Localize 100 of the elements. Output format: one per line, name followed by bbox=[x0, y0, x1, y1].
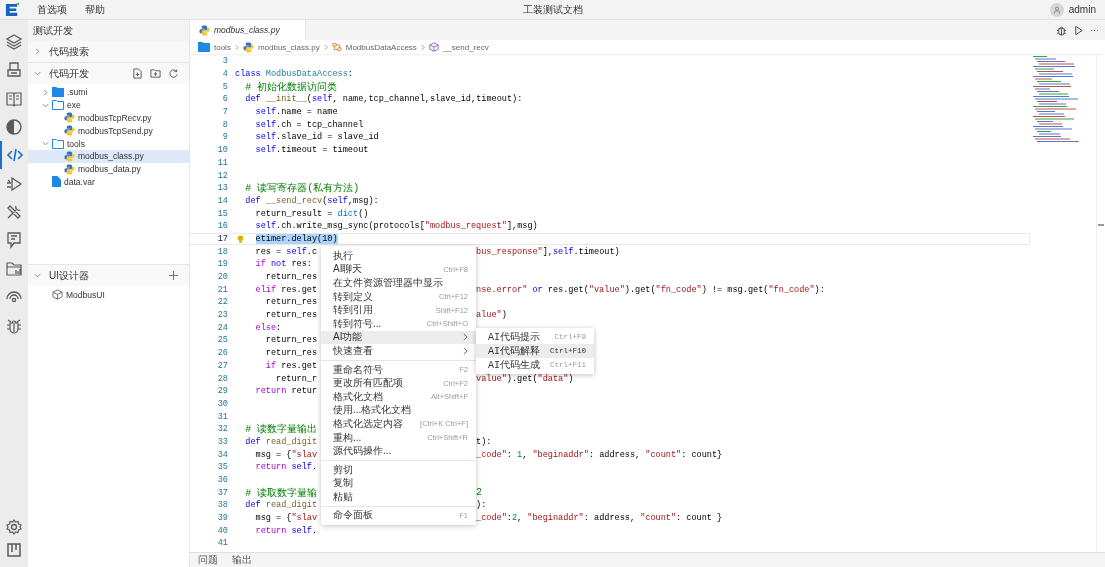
section-header[interactable]: 代码开发 bbox=[28, 63, 189, 84]
editor-tab[interactable]: modbus_class.py bbox=[190, 20, 306, 40]
more-button[interactable]: ··· bbox=[1090, 25, 1099, 35]
tree-item[interactable]: .sumi bbox=[28, 86, 189, 99]
tree-item[interactable]: exe bbox=[28, 98, 189, 112]
code-text: return_res bbox=[265, 272, 318, 283]
book-icon[interactable] bbox=[5, 89, 23, 108]
breadcrumb-item[interactable]: tools bbox=[214, 42, 231, 52]
chevron-icon[interactable] bbox=[34, 48, 41, 55]
code-text: self.ch = tcp_channel bbox=[255, 119, 364, 130]
breadcrumb-item[interactable]: ModbusDataAccess bbox=[345, 42, 417, 52]
layers-icon[interactable] bbox=[5, 33, 23, 52]
code-text: def __send_recv(self,msg): bbox=[245, 195, 379, 206]
folder-chart-icon[interactable] bbox=[5, 259, 23, 278]
folder-icon bbox=[198, 42, 210, 52]
breadcrumb-item[interactable]: modbus_class.py bbox=[257, 42, 320, 52]
line-number: 6 bbox=[221, 94, 229, 105]
line-number: 11 bbox=[216, 157, 229, 168]
line-number: 12 bbox=[216, 170, 229, 181]
code-text: def read_digit bbox=[245, 436, 318, 447]
code-text: class ModbusDataAccess: bbox=[235, 69, 353, 80]
line-number: 18 bbox=[216, 246, 229, 257]
section-header[interactable]: 代码搜索 bbox=[28, 41, 189, 62]
line-number: 26 bbox=[216, 348, 229, 359]
new-file-icon[interactable] bbox=[132, 68, 143, 79]
menu-item[interactable]: 帮助 bbox=[76, 2, 114, 17]
tree-item[interactable]: data.var bbox=[28, 175, 189, 189]
bug-icon[interactable] bbox=[1056, 24, 1067, 36]
menu-item[interactable]: 源代码操作... bbox=[321, 444, 476, 458]
python-icon bbox=[199, 24, 210, 36]
menu-item[interactable]: 执行 bbox=[321, 249, 476, 263]
menu-item[interactable]: 在文件资源管理器中显示 bbox=[321, 276, 476, 290]
code-text: if res.get bbox=[265, 360, 318, 371]
tree-item[interactable]: modbusTcpRecv.py bbox=[28, 111, 189, 125]
menu-item[interactable]: 复制 bbox=[321, 476, 476, 491]
class-icon bbox=[331, 42, 342, 52]
line-number: 20 bbox=[216, 272, 229, 283]
python-icon bbox=[64, 150, 75, 162]
code-text: nse.error" or res.get("value").get("fn_code") != msg.get("fn_code"): bbox=[476, 284, 825, 295]
chevron-icon[interactable] bbox=[34, 70, 41, 77]
python-icon bbox=[64, 163, 75, 175]
line-number: 3 bbox=[221, 56, 229, 67]
run-icon[interactable] bbox=[5, 174, 23, 193]
scrollbar-thumb[interactable] bbox=[1098, 224, 1104, 226]
code-text: msg = {"slav bbox=[255, 449, 318, 460]
menu-item[interactable]: 剪切 bbox=[321, 462, 476, 477]
refresh-icon[interactable] bbox=[168, 68, 179, 79]
chevron-icon[interactable] bbox=[42, 140, 49, 148]
tree-item[interactable]: modbus_data.py bbox=[28, 162, 189, 176]
section-header[interactable]: UI设计器 bbox=[28, 265, 189, 287]
panel-tab[interactable]: 问题 bbox=[198, 553, 218, 567]
folder-icon bbox=[52, 100, 64, 111]
line-number: 15 bbox=[216, 208, 229, 219]
menu-item[interactable]: 粘贴 bbox=[321, 490, 476, 504]
code-text: # 读写寄存器(私有方法) bbox=[245, 181, 360, 196]
tree-item[interactable]: modbusTcpSend.py bbox=[28, 124, 189, 138]
tree-item[interactable]: tools bbox=[28, 137, 189, 150]
code-text: _code": 1, "beginaddr": address, "count": count} bbox=[476, 449, 723, 460]
line-number: 35 bbox=[216, 462, 229, 473]
line-number: 39 bbox=[216, 513, 229, 524]
new-folder-icon[interactable] bbox=[150, 68, 161, 79]
kanban-icon[interactable] bbox=[5, 540, 23, 559]
plus-icon[interactable] bbox=[168, 270, 179, 282]
breadcrumb-item[interactable]: __send_recv bbox=[442, 42, 489, 52]
tree-item[interactable]: modbus_class.py bbox=[28, 150, 189, 163]
menu-item[interactable]: AI功能 bbox=[321, 330, 476, 345]
line-number: 36 bbox=[216, 475, 229, 486]
chevron-icon[interactable] bbox=[34, 272, 41, 280]
user-name[interactable]: admin bbox=[1068, 4, 1096, 15]
code-text: ): bbox=[476, 500, 487, 511]
board-icon[interactable] bbox=[5, 231, 23, 250]
contrast-icon[interactable] bbox=[5, 118, 23, 137]
menu-item[interactable]: 首选项 bbox=[28, 2, 76, 17]
line-number: 7 bbox=[221, 107, 229, 118]
code-text: self.name = name bbox=[255, 107, 338, 118]
python-icon bbox=[64, 112, 75, 124]
code-text: return_res bbox=[265, 310, 318, 321]
line-number: 29 bbox=[216, 386, 229, 397]
code-text: 2 bbox=[476, 487, 482, 499]
line-number: 5 bbox=[221, 81, 229, 92]
device-icon[interactable] bbox=[5, 61, 23, 80]
code-text: self.ch.write_msg_sync(protocols["modbus_request"],msg) bbox=[255, 221, 538, 232]
code-text: if not res: bbox=[255, 259, 312, 270]
avatar-icon[interactable] bbox=[1049, 2, 1064, 17]
menu-item[interactable]: 快速查看 bbox=[321, 344, 476, 358]
settings-icon[interactable] bbox=[5, 517, 23, 536]
line-number: 16 bbox=[216, 221, 229, 232]
tree-item[interactable]: ModbusUI bbox=[28, 288, 189, 301]
code-text: return self. bbox=[255, 462, 318, 473]
run-icon[interactable] bbox=[1073, 24, 1084, 36]
code-text: # 读取数字量输 bbox=[245, 486, 318, 500]
code-text: return_r bbox=[276, 373, 318, 384]
python-icon bbox=[64, 125, 75, 137]
line-number: 22 bbox=[216, 297, 229, 308]
code-text: return_res bbox=[265, 297, 318, 308]
line-number: 25 bbox=[216, 335, 229, 346]
code-text: def __init__(self, name,tcp_channel,slave_id,timeout): bbox=[245, 94, 523, 105]
menu-item[interactable]: 使用...格式化文档 bbox=[321, 403, 476, 418]
panel-tab[interactable]: 输出 bbox=[232, 553, 252, 567]
folder-icon bbox=[52, 87, 64, 98]
